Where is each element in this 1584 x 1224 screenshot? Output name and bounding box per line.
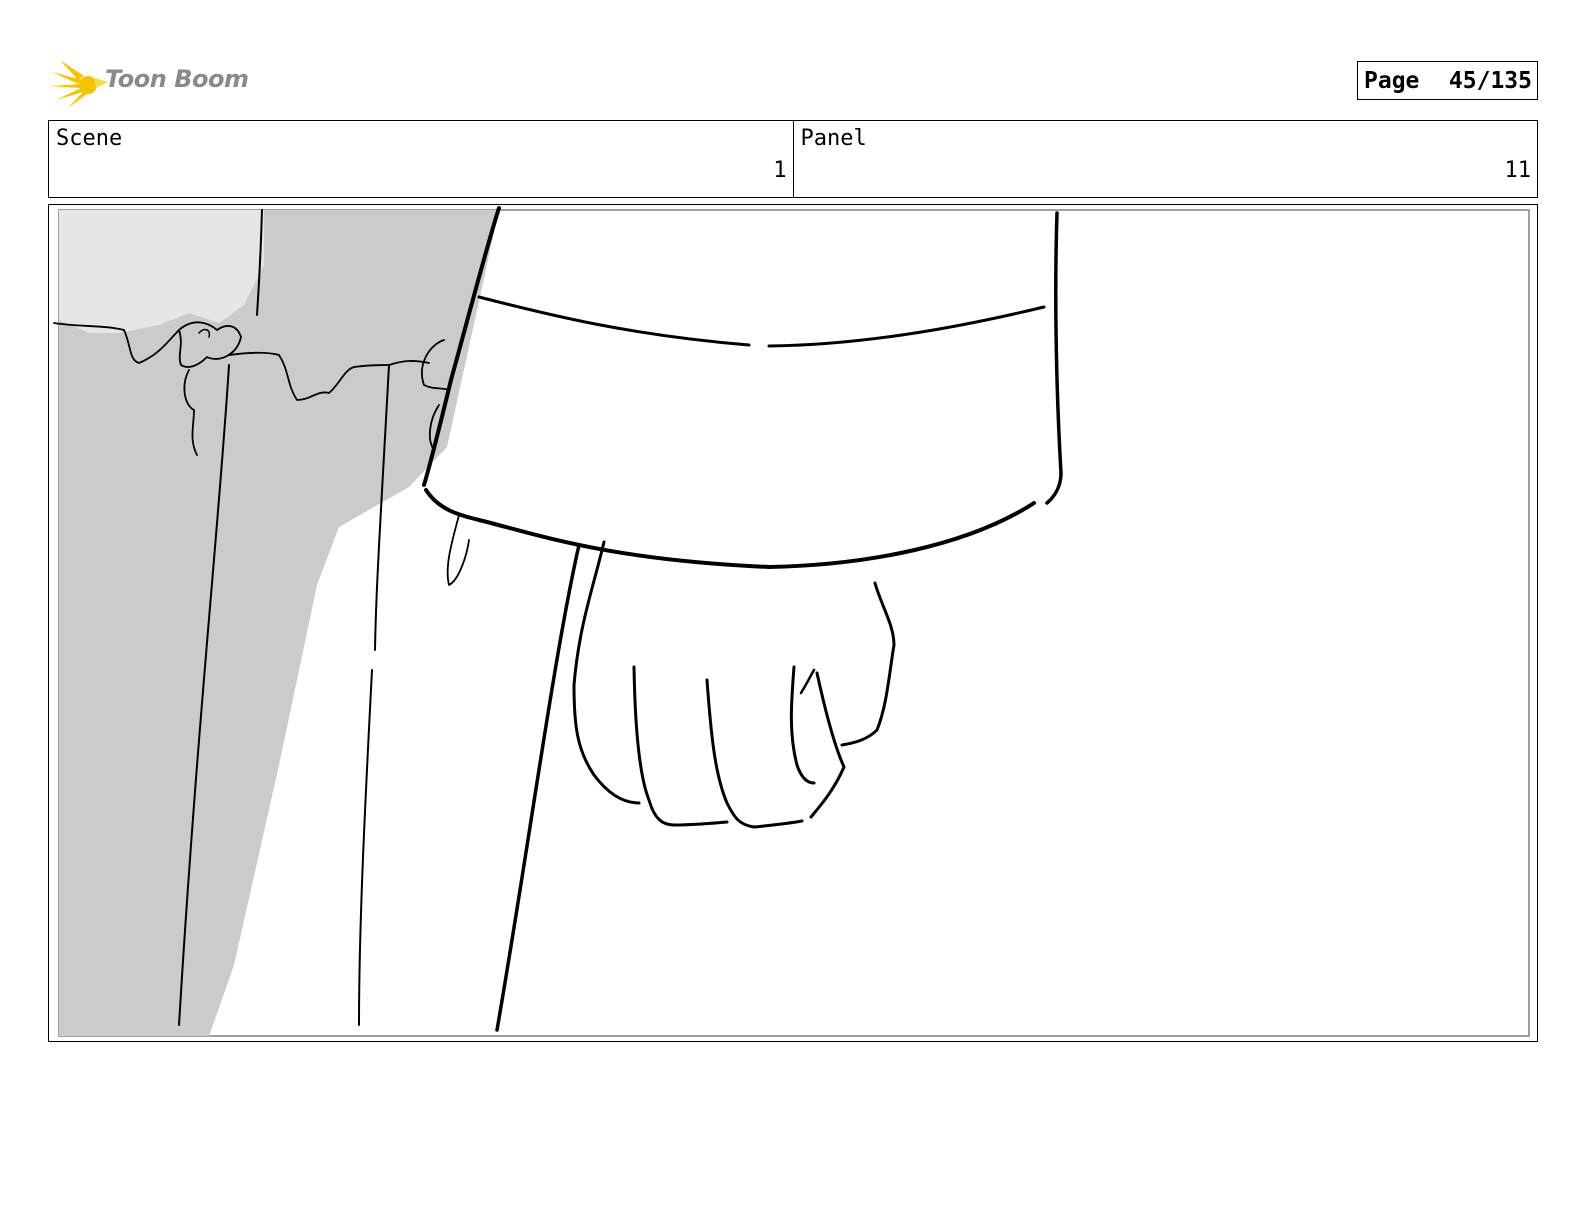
panel-value: 11 [1504,158,1532,183]
storyboard-panel [48,204,1538,1042]
scene-label: Scene [56,126,123,151]
logo-text: Toon Boom [105,65,249,93]
panel-sketch [53,206,1530,1037]
scene-cell: Scene 1 [49,121,793,197]
logo-star-icon [50,60,108,108]
scene-panel-info: Scene 1 Panel 11 [48,120,1538,198]
page-number: 45/135 [1448,67,1532,94]
panel-label: Panel [800,126,867,151]
page-indicator: Page 45/135 [1357,61,1538,100]
panel-cell: Panel 11 [792,121,1538,197]
page-label: Page [1364,67,1420,94]
toon-boom-logo: Toon Boom [50,54,250,110]
scene-value: 1 [773,158,787,183]
